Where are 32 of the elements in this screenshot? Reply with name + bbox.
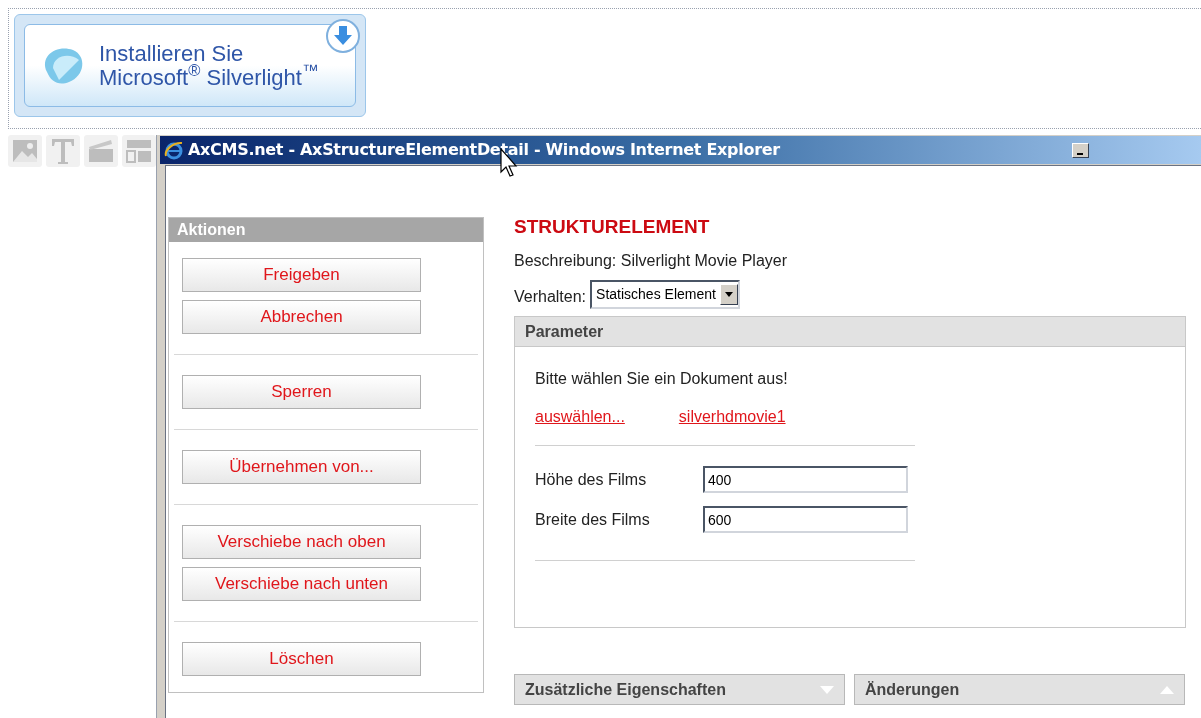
panel-header[interactable]: Zusätzliche Eigenschaften xyxy=(514,674,845,705)
browser-logo-icon xyxy=(164,140,184,160)
action-button[interactable]: Verschiebe nach unten xyxy=(182,567,421,601)
document-link[interactable]: auswählen... xyxy=(535,405,625,429)
action-button[interactable]: Abbrechen xyxy=(182,300,421,334)
field-label: Breite des Films xyxy=(535,509,651,530)
layout-icon[interactable] xyxy=(122,135,156,167)
panel-header: Parameter xyxy=(515,317,1185,347)
behavior-select[interactable]: Statisches Element xyxy=(590,279,740,309)
image-icon[interactable] xyxy=(8,135,42,167)
badge-text: Microsoft$^{®}$ Silverlight$^{™}$ xyxy=(99,65,319,90)
panel-header: Aktionen xyxy=(169,218,483,242)
action-button[interactable]: Übernehmen von... xyxy=(182,450,421,484)
action-button[interactable]: Verschiebe nach oben xyxy=(182,525,421,559)
clapperboard-icon[interactable] xyxy=(84,135,118,167)
minimize-button[interactable] xyxy=(1071,142,1089,158)
action-button[interactable]: Freigeben xyxy=(182,258,421,292)
text-icon[interactable] xyxy=(46,135,80,167)
page-heading: STRUKTURELEMENT xyxy=(514,215,711,239)
field-label: Verhalten: xyxy=(514,287,587,307)
window-title: AxCMS.net - AxStructureElementDetail - Windows Internet Explorer xyxy=(188,139,780,161)
field-label: Höhe des Films xyxy=(535,469,648,490)
action-button[interactable]: Löschen xyxy=(182,642,421,676)
caret-icon xyxy=(724,291,733,297)
action-button[interactable]: Sperren xyxy=(182,375,421,409)
panel-header[interactable]: Änderungen xyxy=(854,674,1185,705)
document-link[interactable]: silverhdmovie1 xyxy=(678,405,786,429)
silverlight-install-badge[interactable]: Installieren Sie Microsoft$^{®}$ Silverlight$^{™}$ xyxy=(14,14,366,117)
text-input[interactable]: 600 xyxy=(703,506,908,533)
description-text: Beschreibung: Silverlight Movie Player xyxy=(514,251,788,271)
prompt-text: Bitte wählen Sie ein Dokument aus! xyxy=(535,369,789,389)
text-input[interactable]: 400 xyxy=(703,466,908,493)
